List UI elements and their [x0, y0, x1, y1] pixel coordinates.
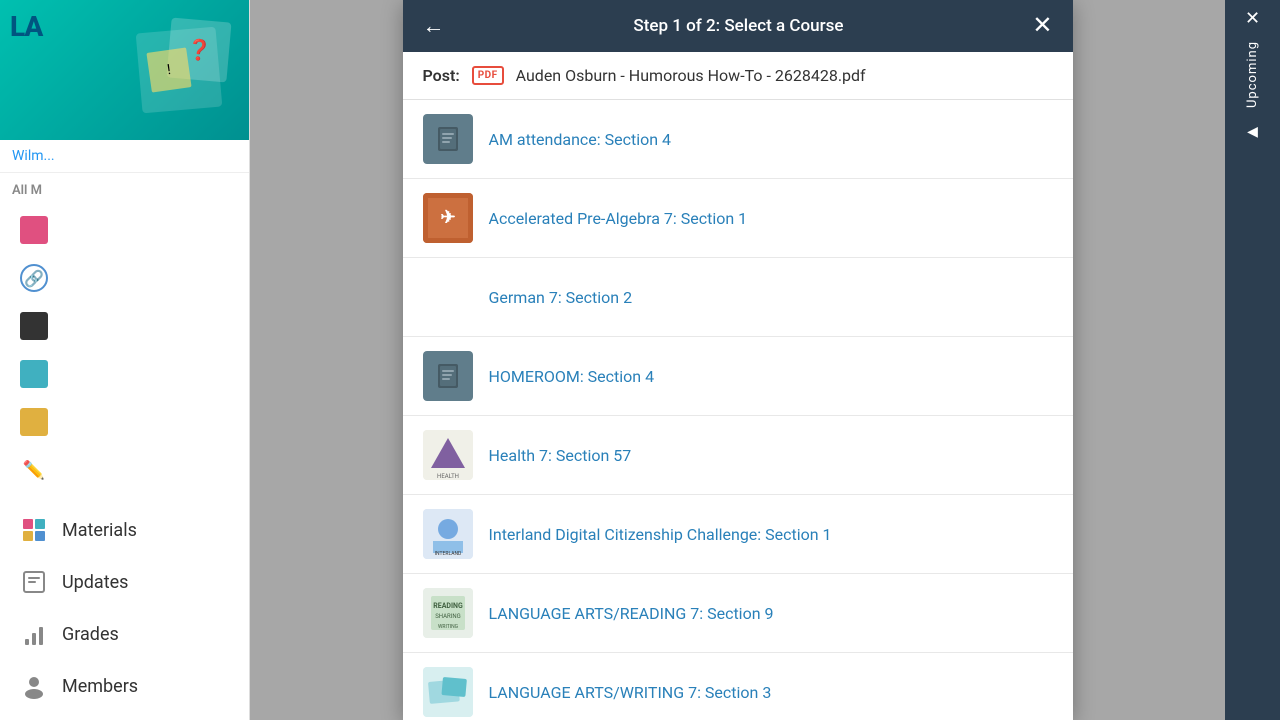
sidebar-item-updates[interactable]: Updates: [0, 556, 249, 608]
modal-overlay[interactable]: ← Step 1 of 2: Select a Course ✕ Post: P…: [250, 0, 1225, 720]
updates-icon: [20, 568, 48, 596]
modal-header: ← Step 1 of 2: Select a Course ✕: [403, 0, 1073, 52]
post-filename: Auden Osburn - Humorous How-To - 2628428…: [516, 66, 866, 85]
course-list: AM attendance: Section 4 ✈ Accelerated P…: [403, 100, 1073, 720]
grades-icon: [20, 620, 48, 648]
color-bar-3[interactable]: [8, 352, 241, 396]
sidebar: ❓ ! LA Wilm... All M 🔗: [0, 0, 250, 720]
sidebar-decoration: ❓ !: [119, 10, 239, 140]
course-name: HOMEROOM: Section 4: [489, 367, 655, 386]
modal-post-bar: Post: PDF Auden Osburn - Humorous How-To…: [403, 52, 1073, 100]
course-item[interactable]: INTERLAND Interland Digital Citizenship …: [403, 495, 1073, 574]
color-bar-2[interactable]: [8, 304, 241, 348]
close-icon: ✕: [1245, 8, 1260, 29]
pencil-icon: ✏️: [20, 456, 48, 484]
svg-text:WRITING: WRITING: [437, 624, 458, 630]
course-item[interactable]: HEALTH Health 7: Section 57: [403, 416, 1073, 495]
sidebar-item-grades[interactable]: Grades: [0, 608, 249, 660]
sidebar-item-members[interactable]: Members: [0, 660, 249, 712]
modal-title: Step 1 of 2: Select a Course: [445, 16, 1033, 36]
color-bar-link[interactable]: 🔗: [8, 256, 241, 300]
right-panel-arrow[interactable]: ◀: [1247, 124, 1258, 140]
materials-icon: [20, 516, 48, 544]
color-bar-1[interactable]: [8, 208, 241, 252]
pdf-badge: PDF: [472, 66, 504, 85]
materials-label: Materials: [62, 520, 137, 541]
modal-back-button[interactable]: ←: [423, 15, 445, 37]
members-label: Members: [62, 676, 138, 697]
course-item[interactable]: German 7: Section 2: [403, 258, 1073, 337]
sidebar-subtitle: Wilm...: [0, 140, 249, 173]
course-item[interactable]: READING SHARING WRITING LANGUAGE ARTS/RE…: [403, 574, 1073, 653]
course-thumbnail: [423, 351, 473, 401]
course-name: Interland Digital Citizenship Challenge:…: [489, 525, 832, 544]
sidebar-nav: Materials Updates: [0, 496, 249, 720]
course-name: Health 7: Section 57: [489, 446, 632, 465]
sidebar-section: All M: [0, 173, 249, 204]
course-name: LANGUAGE ARTS/READING 7: Section 9: [489, 604, 774, 623]
right-panel: ✕ Upcoming ◀: [1225, 0, 1280, 720]
course-thumbnail: [423, 114, 473, 164]
color-swatch-4: [20, 408, 48, 436]
link-icon: 🔗: [20, 264, 48, 292]
sidebar-header: ❓ ! LA: [0, 0, 249, 140]
grades-label: Grades: [62, 624, 119, 645]
course-thumbnail-empty: [423, 272, 473, 322]
modal-close-button[interactable]: ✕: [1032, 14, 1052, 38]
course-name: German 7: Section 2: [489, 288, 633, 307]
course-thumbnail: ✈: [423, 193, 473, 243]
main-content: ← Step 1 of 2: Select a Course ✕ Post: P…: [250, 0, 1225, 720]
svg-text:INTERLAND: INTERLAND: [434, 551, 461, 557]
svg-text:HEALTH: HEALTH: [437, 473, 459, 480]
color-swatch-3: [20, 360, 48, 388]
svg-text:✈: ✈: [440, 207, 455, 228]
svg-text:READING: READING: [433, 602, 463, 610]
course-item[interactable]: HOMEROOM: Section 4: [403, 337, 1073, 416]
course-thumbnail: HEALTH: [423, 430, 473, 480]
course-thumbnail: INTERLAND: [423, 509, 473, 559]
updates-label: Updates: [62, 572, 128, 593]
course-thumbnail: READING SHARING WRITING: [423, 588, 473, 638]
sidebar-item-materials[interactable]: Materials: [0, 504, 249, 556]
course-item[interactable]: LANGUAGE ARTS/WRITING 7: Section 3: [403, 653, 1073, 720]
upcoming-label: Upcoming: [1245, 29, 1260, 120]
color-swatch-2: [20, 312, 48, 340]
members-icon: [20, 672, 48, 700]
post-label: Post:: [423, 66, 460, 85]
color-bar-4[interactable]: [8, 400, 241, 444]
course-select-modal: ← Step 1 of 2: Select a Course ✕ Post: P…: [403, 0, 1073, 720]
course-name: AM attendance: Section 4: [489, 130, 672, 149]
color-swatch-1: [20, 216, 48, 244]
course-item[interactable]: AM attendance: Section 4: [403, 100, 1073, 179]
course-name: Accelerated Pre-Algebra 7: Section 1: [489, 209, 748, 228]
course-item[interactable]: ✈ Accelerated Pre-Algebra 7: Section 1: [403, 179, 1073, 258]
color-bar-5[interactable]: ✏️: [8, 448, 241, 492]
app-logo: LA: [10, 10, 42, 43]
course-name: LANGUAGE ARTS/WRITING 7: Section 3: [489, 683, 772, 702]
course-thumbnail: [423, 667, 473, 717]
svg-text:SHARING: SHARING: [435, 613, 461, 620]
